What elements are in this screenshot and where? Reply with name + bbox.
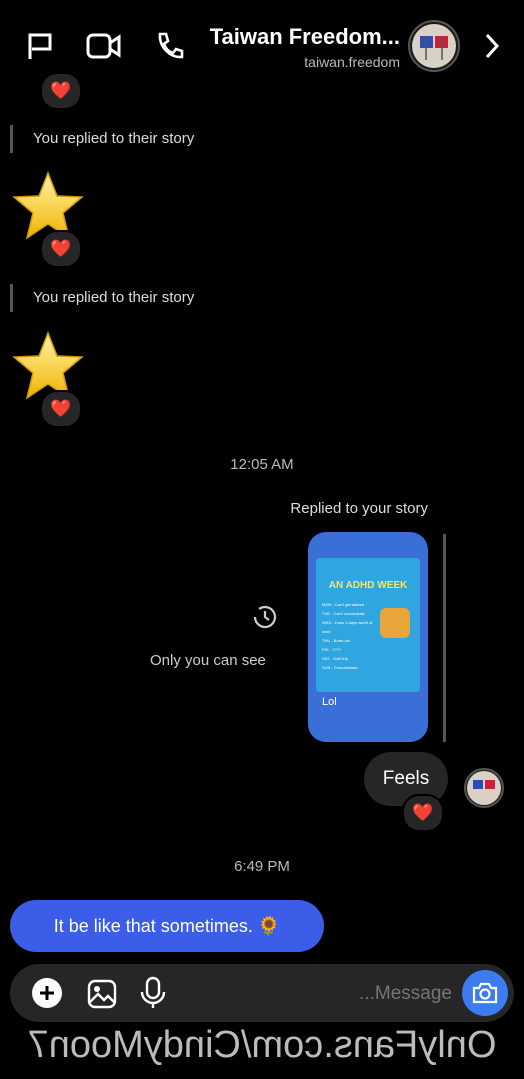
story-preview-card[interactable]: AN ADHD WEEK MON - Can't get started TUE… (308, 532, 428, 742)
message-composer (10, 964, 514, 1022)
story-reply-label: You replied to their story (10, 284, 194, 312)
reply-bar (443, 534, 446, 742)
microphone-icon[interactable] (138, 976, 168, 1010)
only-you-can-see-label: Only you can see (150, 652, 266, 669)
conversation-username: taiwan.freedom (304, 54, 400, 70)
story-image: AN ADHD WEEK MON - Can't get started TUE… (316, 558, 420, 692)
timestamp: 12:05 AM (230, 456, 294, 473)
replied-to-your-story-label: Replied to your story (290, 500, 428, 517)
history-icon (250, 602, 280, 632)
story-lines: MON - Can't get started TUE - Can't conc… (322, 602, 373, 670)
flag-icon[interactable] (22, 28, 58, 64)
conversation-title[interactable]: Taiwan Freedom... (210, 24, 400, 50)
watermark-text: OnlyFans.com/CindyMoon7 (27, 1024, 497, 1066)
timestamp: 6:49 PM (234, 858, 290, 875)
camera-icon[interactable] (462, 970, 508, 1016)
story-illustration (380, 608, 410, 638)
sent-message-bubble[interactable]: It be like that sometimes. 🌻 (10, 900, 324, 952)
message-input[interactable] (210, 978, 454, 1010)
heart-reaction[interactable]: ❤️ (402, 794, 444, 832)
story-caption: Lol (322, 696, 337, 708)
heart-reaction[interactable]: ❤️ (40, 230, 82, 268)
contact-avatar[interactable] (408, 20, 460, 72)
heart-reaction[interactable]: ❤️ (40, 390, 82, 428)
gallery-icon[interactable] (86, 978, 118, 1010)
chevron-right-icon[interactable] (474, 28, 510, 64)
video-call-icon[interactable] (86, 28, 122, 64)
sender-avatar[interactable] (464, 768, 504, 808)
story-reply-label: You replied to their story (10, 125, 194, 153)
chat-header: Taiwan Freedom... taiwan.freedom (0, 0, 524, 86)
story-heading: AN ADHD WEEK (328, 580, 408, 591)
add-icon[interactable] (32, 978, 62, 1008)
heart-reaction[interactable]: ❤️ (40, 72, 82, 110)
phone-call-icon[interactable] (152, 28, 188, 64)
